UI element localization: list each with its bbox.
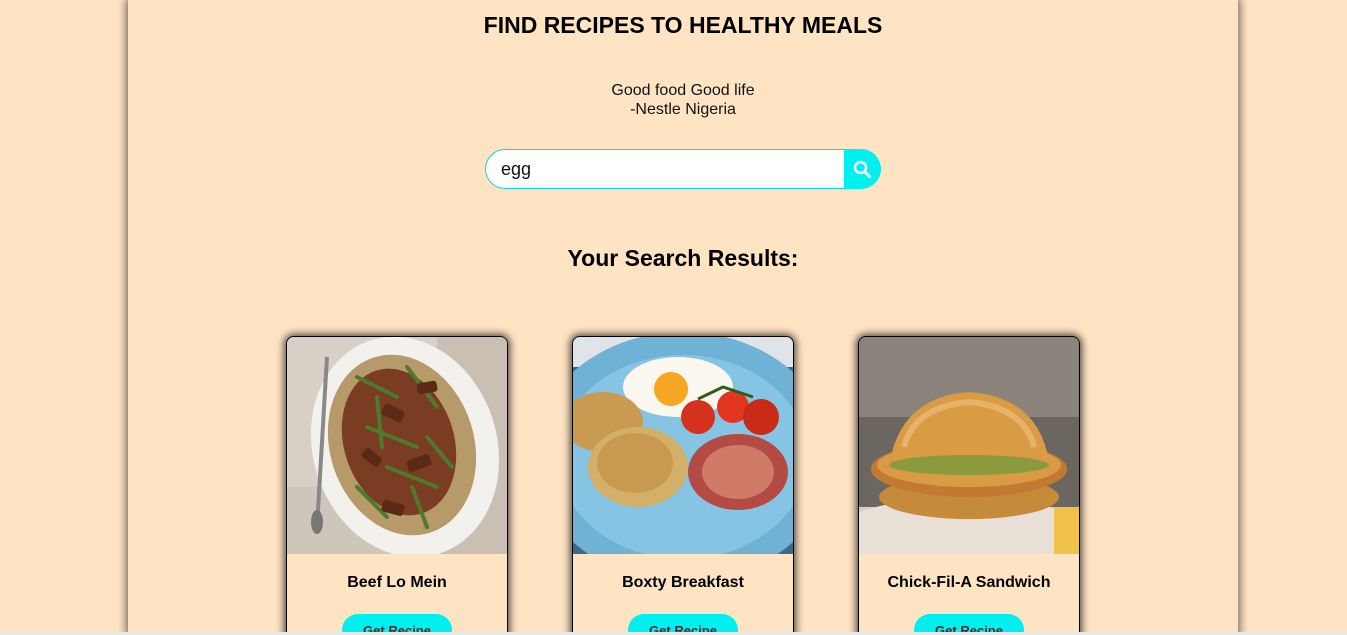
quote-author: -Nestle Nigeria — [630, 101, 736, 118]
page-title: FIND RECIPES TO HEALTHY MEALS — [483, 12, 883, 38]
recipe-name: Boxty Breakfast — [622, 574, 744, 591]
search-icon — [853, 160, 871, 178]
search-bar — [485, 149, 881, 189]
recipe-image-chick-fil-a-sandwich — [859, 337, 1079, 554]
search-button[interactable] — [844, 149, 881, 189]
recipe-card: Chick-Fil-A Sandwich Get Recipe — [858, 336, 1080, 635]
search-input[interactable] — [485, 149, 845, 189]
main-container: FIND RECIPES TO HEALTHY MEALS Good food … — [128, 0, 1238, 635]
recipe-name: Beef Lo Mein — [347, 574, 447, 591]
recipe-name: Chick-Fil-A Sandwich — [887, 574, 1051, 591]
recipe-card: Boxty Breakfast Get Recipe — [572, 336, 794, 635]
recipe-image-beef-lo-mein — [287, 337, 507, 554]
quote: Good food Good life -Nestle Nigeria — [128, 81, 1238, 119]
results-title: Your Search Results: — [567, 245, 799, 271]
quote-text: Good food Good life — [611, 82, 755, 99]
recipe-card: Beef Lo Mein Get Recipe — [286, 336, 508, 635]
recipe-image-boxty-breakfast — [573, 337, 793, 554]
